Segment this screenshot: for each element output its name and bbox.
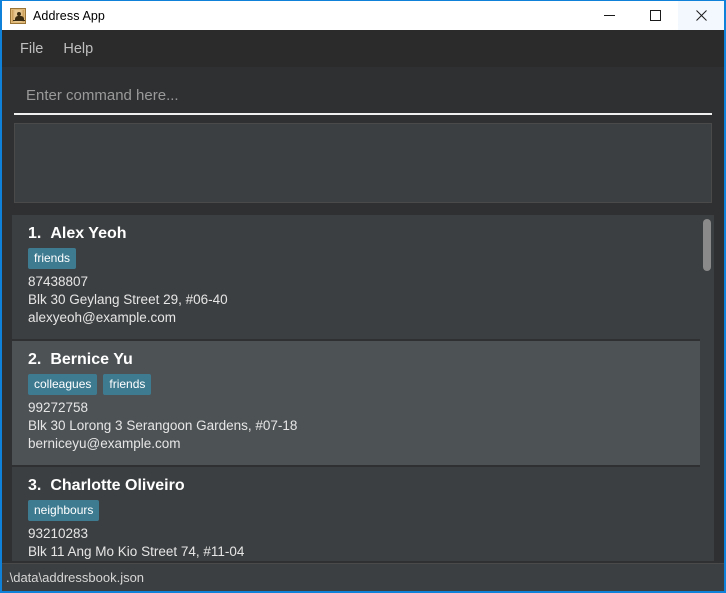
person-list[interactable]: 1. Alex Yeoh friends 87438807 Blk 30 Gey… <box>12 215 700 561</box>
person-name: Bernice Yu <box>50 351 132 369</box>
result-display <box>14 123 712 203</box>
command-box[interactable] <box>14 77 712 115</box>
person-index: 1. <box>28 225 41 243</box>
result-display-container <box>2 115 724 211</box>
window-title: Address App <box>33 9 105 23</box>
status-bar-path: .\data\addressbook.json <box>6 570 144 585</box>
minimize-button[interactable] <box>586 1 632 30</box>
person-header: 2. Bernice Yu <box>28 351 688 369</box>
tag-row: neighbours <box>28 500 688 521</box>
tag-chip: friends <box>103 374 151 395</box>
command-input[interactable] <box>26 87 712 104</box>
title-bar: Address App <box>2 0 724 30</box>
person-list-panel: 1. Alex Yeoh friends 87438807 Blk 30 Gey… <box>2 211 724 563</box>
person-phone: 87438807 <box>28 273 688 291</box>
maximize-icon <box>650 10 661 21</box>
window-controls <box>586 1 724 30</box>
person-name: Alex Yeoh <box>50 225 126 243</box>
person-phone: 93210283 <box>28 525 688 543</box>
person-header: 3. Charlotte Oliveiro <box>28 477 688 495</box>
person-index: 2. <box>28 351 41 369</box>
person-address: Blk 30 Lorong 3 Serangoon Gardens, #07-1… <box>28 417 688 435</box>
person-address: Blk 11 Ang Mo Kio Street 74, #11-04 <box>28 543 688 561</box>
list-item[interactable]: 2. Bernice Yu colleagues friends 9927275… <box>12 341 700 465</box>
person-email: alexyeoh@example.com <box>28 309 688 327</box>
person-list-inner: 1. Alex Yeoh friends 87438807 Blk 30 Gey… <box>12 215 700 561</box>
menu-item-help[interactable]: Help <box>53 37 103 61</box>
maximize-button[interactable] <box>632 1 678 30</box>
tag-chip: neighbours <box>28 500 99 521</box>
person-index: 3. <box>28 477 41 495</box>
close-button[interactable] <box>678 1 724 30</box>
tag-row: colleagues friends <box>28 374 688 395</box>
close-icon <box>696 10 707 21</box>
person-name: Charlotte Oliveiro <box>50 477 184 495</box>
status-bar: .\data\addressbook.json <box>2 563 724 591</box>
minimize-icon <box>604 10 615 21</box>
app-window: Address App File Help <box>0 0 726 593</box>
list-item[interactable]: 3. Charlotte Oliveiro neighbours 9321028… <box>12 467 700 561</box>
person-header: 1. Alex Yeoh <box>28 225 688 243</box>
menu-bar: File Help <box>2 30 724 67</box>
address-book-icon <box>10 8 26 24</box>
list-scrollbar[interactable] <box>700 215 714 561</box>
main-panel: 1. Alex Yeoh friends 87438807 Blk 30 Gey… <box>2 67 724 563</box>
scrollbar-thumb[interactable] <box>703 219 711 271</box>
tag-chip: friends <box>28 248 76 269</box>
command-box-container <box>2 67 724 115</box>
list-item[interactable]: 1. Alex Yeoh friends 87438807 Blk 30 Gey… <box>12 215 700 339</box>
person-phone: 99272758 <box>28 399 688 417</box>
person-email: berniceyu@example.com <box>28 435 688 453</box>
tag-chip: colleagues <box>28 374 97 395</box>
tag-row: friends <box>28 248 688 269</box>
menu-item-file[interactable]: File <box>10 37 53 61</box>
person-address: Blk 30 Geylang Street 29, #06-40 <box>28 291 688 309</box>
